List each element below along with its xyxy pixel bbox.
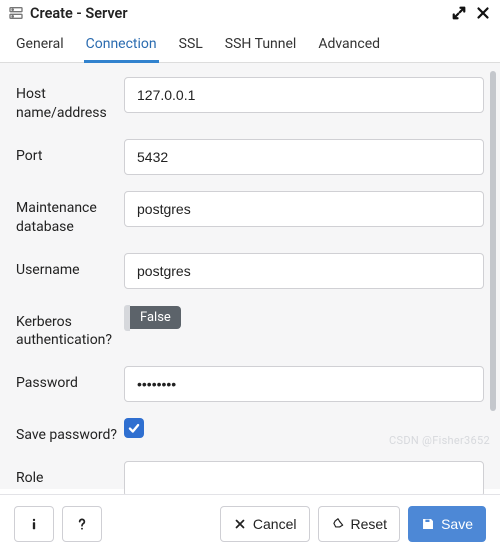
save-button[interactable]: Save xyxy=(408,506,486,542)
username-input[interactable] xyxy=(124,253,484,289)
password-label: Password xyxy=(16,366,124,393)
recycle-icon xyxy=(331,517,345,531)
kerberos-toggle[interactable]: False xyxy=(124,305,181,331)
titlebar: Create - Server xyxy=(0,0,500,24)
kerberos-value: False xyxy=(130,306,181,329)
cancel-label: Cancel xyxy=(253,516,297,532)
server-icon xyxy=(8,5,24,21)
scrollbar-thumb[interactable] xyxy=(490,71,496,411)
username-label: Username xyxy=(16,253,124,280)
port-input[interactable] xyxy=(124,139,484,175)
tab-ssl[interactable]: SSL xyxy=(177,30,205,62)
question-icon xyxy=(75,517,89,531)
save-icon xyxy=(421,517,435,531)
maint-db-label: Maintenance database xyxy=(16,191,124,237)
close-icon[interactable] xyxy=(474,4,492,22)
tab-connection[interactable]: Connection xyxy=(84,30,159,62)
cancel-button[interactable]: Cancel xyxy=(220,506,310,542)
tabs: General Connection SSL SSH Tunnel Advanc… xyxy=(0,24,500,63)
window-title: Create - Server xyxy=(30,5,444,22)
help-button[interactable] xyxy=(62,506,102,542)
info-button[interactable] xyxy=(14,506,54,542)
tab-advanced[interactable]: Advanced xyxy=(316,30,382,62)
password-input[interactable] xyxy=(124,366,484,402)
expand-icon[interactable] xyxy=(450,4,468,22)
reset-button[interactable]: Reset xyxy=(318,506,401,542)
port-label: Port xyxy=(16,139,124,166)
tab-ssh-tunnel[interactable]: SSH Tunnel xyxy=(223,30,299,62)
reset-label: Reset xyxy=(351,516,388,532)
kerberos-label: Kerberos authentication? xyxy=(16,305,124,351)
tab-general[interactable]: General xyxy=(14,30,66,62)
role-input[interactable] xyxy=(124,461,484,497)
check-icon xyxy=(127,421,141,435)
info-icon xyxy=(27,517,41,531)
maint-db-input[interactable] xyxy=(124,191,484,227)
role-label: Role xyxy=(16,461,124,488)
host-input[interactable] xyxy=(124,77,484,113)
save-password-label: Save password? xyxy=(16,418,124,445)
form-area: Host name/address Port Maintenance datab… xyxy=(0,63,500,489)
save-label: Save xyxy=(441,516,473,532)
close-icon xyxy=(233,517,247,531)
host-label: Host name/address xyxy=(16,77,124,123)
footer: Cancel Reset Save xyxy=(0,494,500,552)
save-password-checkbox[interactable] xyxy=(124,418,144,438)
